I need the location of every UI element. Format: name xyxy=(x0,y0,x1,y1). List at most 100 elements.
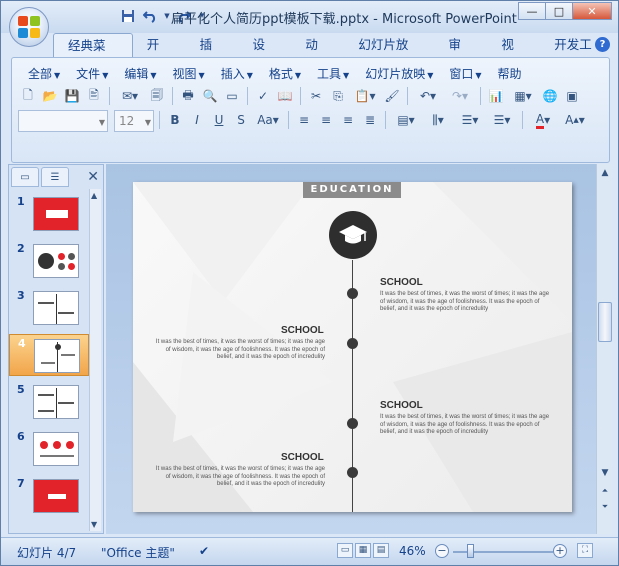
next-slide-icon[interactable]: ⏷ xyxy=(598,500,612,514)
research-icon[interactable]: 📖 xyxy=(275,86,295,106)
previous-slide-icon[interactable]: ⏶ xyxy=(598,484,612,498)
vertical-scrollbar[interactable]: ▲ ▼ ⏶ ⏷ xyxy=(596,164,612,534)
tab-3[interactable]: 设计 xyxy=(239,33,292,76)
slide-sorter-icon[interactable]: ▦ xyxy=(355,543,371,558)
italic-icon[interactable]: I xyxy=(187,110,207,130)
globe-icon[interactable]: 🌐 xyxy=(540,86,560,106)
close-panel-icon[interactable]: ✕ xyxy=(87,169,99,185)
grow-font-icon[interactable]: A ▲ ▾ xyxy=(560,110,590,130)
menu-item-9[interactable]: 帮助 xyxy=(490,64,530,84)
undo-icon[interactable]: ↶▾ xyxy=(413,86,443,106)
scroll-thumb[interactable] xyxy=(598,302,612,342)
font-case-icon[interactable]: Aa▾ xyxy=(253,110,283,130)
scroll-down-icon[interactable]: ▼ xyxy=(598,466,612,480)
email-icon[interactable]: ✉▾ xyxy=(115,86,145,106)
font-name-combo[interactable]: ▼ xyxy=(18,110,108,132)
slide-preview-image xyxy=(33,432,79,466)
minimize-button[interactable]: — xyxy=(518,2,546,20)
shadow-icon[interactable]: S xyxy=(231,110,251,130)
current-slide[interactable]: EDUCATION SCHOOL It was the best of time… xyxy=(133,182,572,512)
align-center-icon[interactable]: ≡ xyxy=(316,110,336,130)
fit-to-window-icon[interactable]: ⛶ xyxy=(577,543,593,558)
open-icon[interactable]: 📂 xyxy=(40,86,60,106)
spelling-icon[interactable]: ✓ xyxy=(253,86,273,106)
zoom-slider-knob[interactable] xyxy=(467,544,474,558)
help-icon[interactable]: ? xyxy=(595,37,610,52)
slide-thumbnail[interactable]: 7 xyxy=(9,475,89,517)
slide-show-icon[interactable]: ▭ xyxy=(222,86,242,106)
bold-icon[interactable]: B xyxy=(165,110,185,130)
copy-icon[interactable]: ⎘ xyxy=(328,86,348,106)
new-icon[interactable]: 🗋 xyxy=(18,86,38,106)
menu-item-3[interactable]: 视图 ▼ xyxy=(165,64,213,84)
zoom-out-icon[interactable]: − xyxy=(435,544,449,558)
menu-item-0[interactable]: 全部 ▼ xyxy=(20,64,68,84)
justify-icon[interactable]: ≣ xyxy=(360,110,380,130)
menu-item-5[interactable]: 格式 ▼ xyxy=(261,64,309,84)
menu-item-2[interactable]: 编辑 ▼ xyxy=(116,64,164,84)
office-logo-icon xyxy=(18,16,40,38)
scroll-up-icon[interactable]: ▲ xyxy=(598,166,612,180)
permission-icon[interactable]: 🖹 xyxy=(84,86,104,106)
close-button[interactable]: ✕ xyxy=(572,2,612,20)
tab-5[interactable]: 幻灯片放映 xyxy=(344,33,434,76)
text-box-icon[interactable]: ▤▾ xyxy=(391,110,421,130)
slide-number: 7 xyxy=(17,477,25,490)
scroll-down-icon[interactable]: ▼ xyxy=(91,520,97,529)
undo-icon[interactable] xyxy=(141,7,159,25)
bullets-icon[interactable]: ☰▾ xyxy=(487,110,517,130)
print-preview-icon[interactable]: 🔍 xyxy=(200,86,220,106)
chevron-down-icon: ▼ xyxy=(54,71,61,80)
tab-7[interactable]: 视图 xyxy=(487,33,540,76)
normal-view-icon[interactable]: ▭ xyxy=(337,543,353,558)
menu-item-1[interactable]: 文件 ▼ xyxy=(68,64,116,84)
spell-check-icon[interactable]: ✔ xyxy=(199,544,209,558)
zoom-in-icon[interactable]: + xyxy=(553,544,567,558)
publish-icon[interactable]: 🗐 xyxy=(147,86,167,106)
menu-item-7[interactable]: 幻灯片放映 ▼ xyxy=(357,64,441,84)
menu-item-label: 全部 xyxy=(28,67,53,81)
scroll-up-icon[interactable]: ▲ xyxy=(91,191,97,200)
slide-thumbnail[interactable]: 3 xyxy=(9,287,89,329)
align-left-icon[interactable]: ≡ xyxy=(294,110,314,130)
slide-thumbnail[interactable]: 1 xyxy=(9,193,89,235)
chart-icon[interactable]: 📊 xyxy=(486,86,506,106)
color-grayscale-icon[interactable]: ▣ xyxy=(562,86,582,106)
menu-item-8[interactable]: 窗口 ▼ xyxy=(441,64,489,84)
save-icon[interactable] xyxy=(119,7,137,25)
font-color-icon[interactable]: A ▾ xyxy=(528,110,558,130)
print-icon[interactable]: 🖶 xyxy=(178,86,198,106)
tab-0[interactable]: 经典菜单 xyxy=(53,33,133,77)
format-painter-icon[interactable]: 🖌 xyxy=(382,86,402,106)
redo-icon[interactable]: ↷▾ xyxy=(445,86,475,106)
save-icon[interactable] xyxy=(59,7,115,25)
outline-tab-icon[interactable]: ☰ xyxy=(41,167,69,187)
undo-dropdown-icon[interactable]: ▼ xyxy=(163,7,171,25)
font-size-value: 12 xyxy=(119,114,135,128)
tab-4[interactable]: 动画 xyxy=(291,33,344,76)
underline-icon[interactable]: U xyxy=(209,110,229,130)
column-icon[interactable]: ⫼▾ xyxy=(423,110,453,130)
paste-icon[interactable]: 📋▾ xyxy=(350,86,380,106)
align-right-icon[interactable]: ≡ xyxy=(338,110,358,130)
office-button[interactable] xyxy=(9,7,49,47)
slide-show-icon[interactable]: ▤ xyxy=(373,543,389,558)
slide-thumbnail[interactable]: 4 xyxy=(9,334,89,376)
menu-item-4[interactable]: 插入 ▼ xyxy=(213,64,261,84)
font-size-combo[interactable]: 12 ▼ xyxy=(114,110,154,132)
slides-tab-icon[interactable]: ▭ xyxy=(11,167,39,187)
slide-thumbnail[interactable]: 2 xyxy=(9,240,89,282)
slide-thumbnail[interactable]: 5 xyxy=(9,381,89,423)
tab-6[interactable]: 审阅 xyxy=(435,33,488,76)
slide-thumbnail[interactable]: 6 xyxy=(9,428,89,470)
menu-item-6[interactable]: 工具 ▼ xyxy=(309,64,357,84)
tab-1[interactable]: 开始 xyxy=(133,33,186,76)
cut-icon[interactable]: ✂ xyxy=(306,86,326,106)
slides-panel: ▭ ☰ ✕ 1 2 3 4 5 6 7 ▲ ▼ xyxy=(8,164,104,534)
numbering-icon[interactable]: ☰▾ xyxy=(455,110,485,130)
panel-scrollbar[interactable]: ▲ ▼ xyxy=(89,189,101,531)
table-icon[interactable]: ▦▾ xyxy=(508,86,538,106)
maximize-button[interactable]: □ xyxy=(545,2,573,20)
tab-2[interactable]: 插入 xyxy=(186,33,239,76)
save-icon[interactable]: 💾 xyxy=(62,86,82,106)
